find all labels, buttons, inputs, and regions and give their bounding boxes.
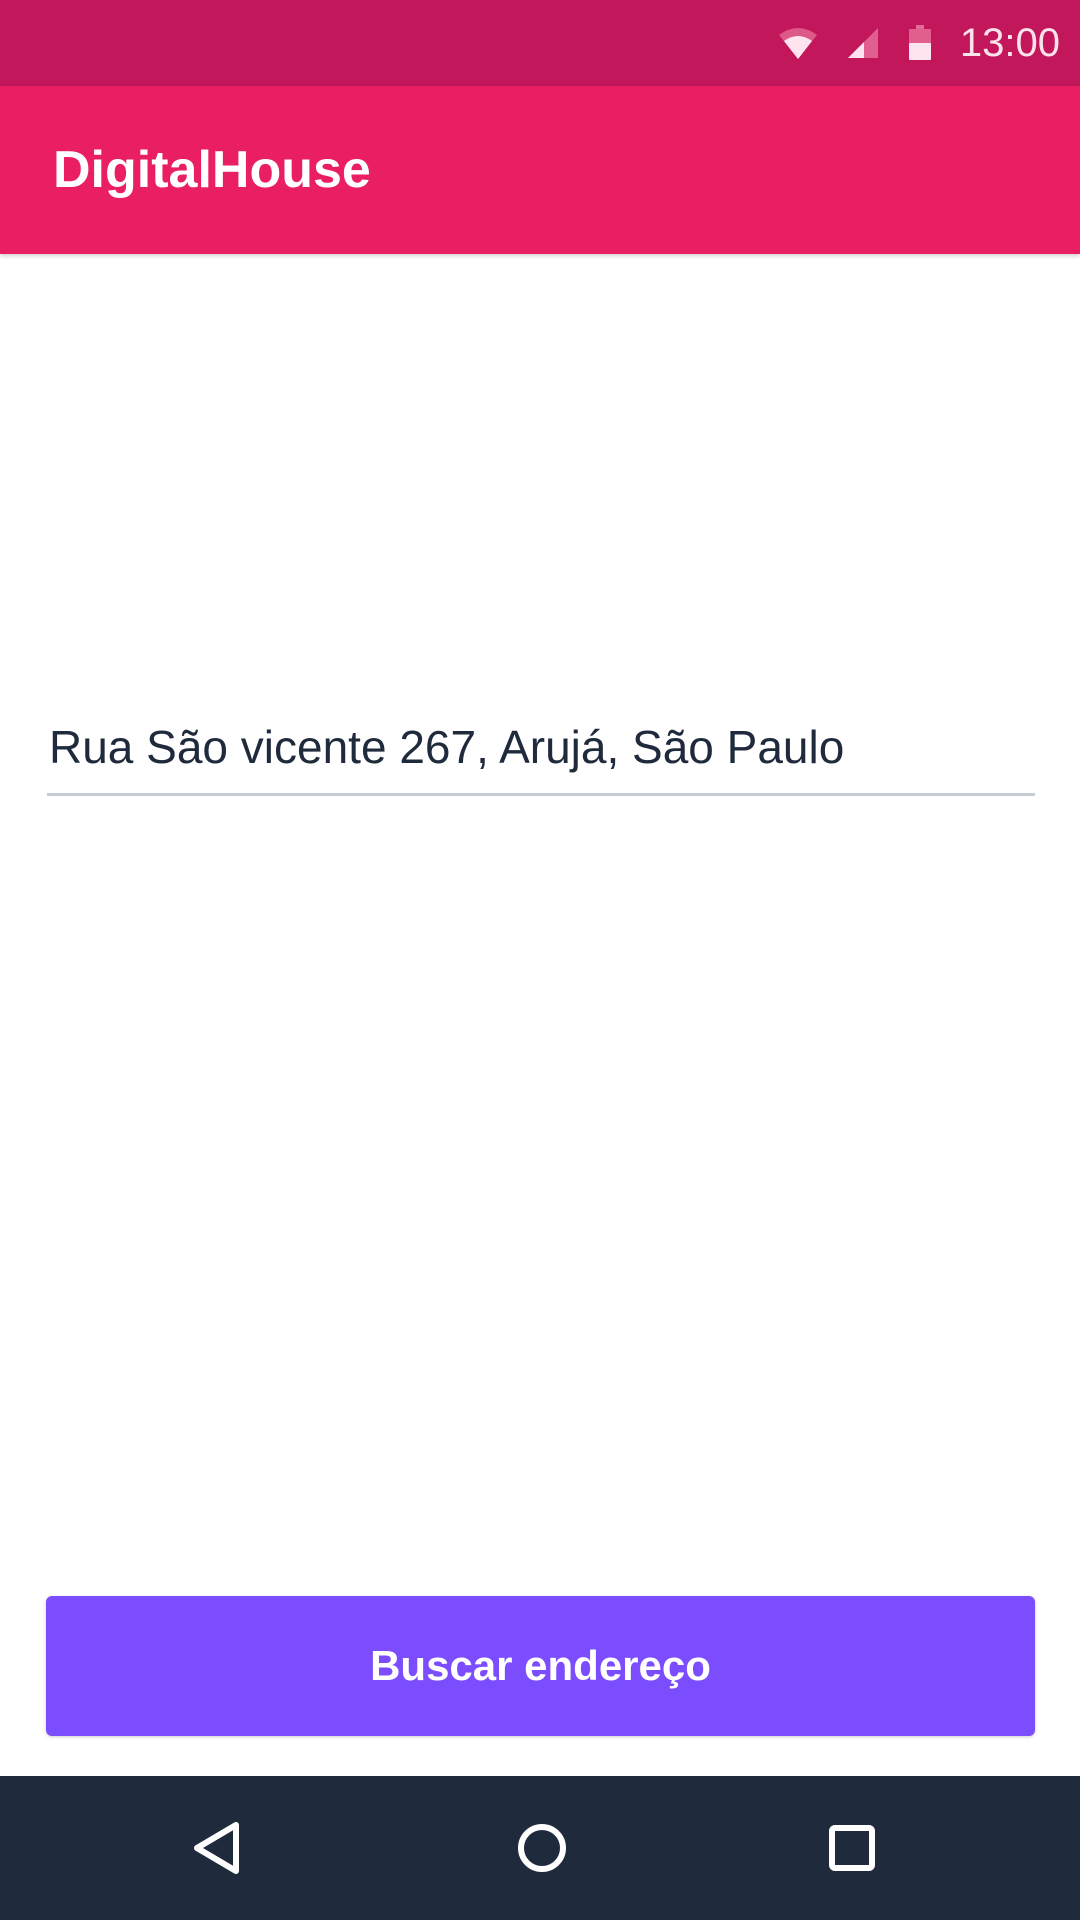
status-time: 13:00 — [959, 21, 1060, 65]
status-bar: 13:00 — [0, 0, 1080, 86]
cell-signal-icon — [847, 28, 878, 58]
wifi-icon — [778, 28, 817, 59]
home-button[interactable] — [462, 1776, 622, 1920]
recents-button[interactable] — [772, 1776, 932, 1920]
search-address-button[interactable]: Buscar endereço — [46, 1596, 1035, 1736]
navigation-bar — [0, 1776, 1080, 1920]
app-screen: 13:00 DigitalHouse Buscar endereço — [0, 0, 1080, 1920]
battery-icon — [908, 25, 931, 60]
status-icons: 13:00 — [778, 0, 1060, 86]
address-input[interactable] — [47, 700, 1035, 796]
app-bar: DigitalHouse — [0, 86, 1080, 254]
back-button[interactable] — [137, 1776, 297, 1920]
home-icon — [518, 1824, 566, 1872]
back-icon — [194, 1822, 239, 1874]
app-title: DigitalHouse — [53, 141, 371, 199]
recents-icon — [829, 1825, 875, 1871]
